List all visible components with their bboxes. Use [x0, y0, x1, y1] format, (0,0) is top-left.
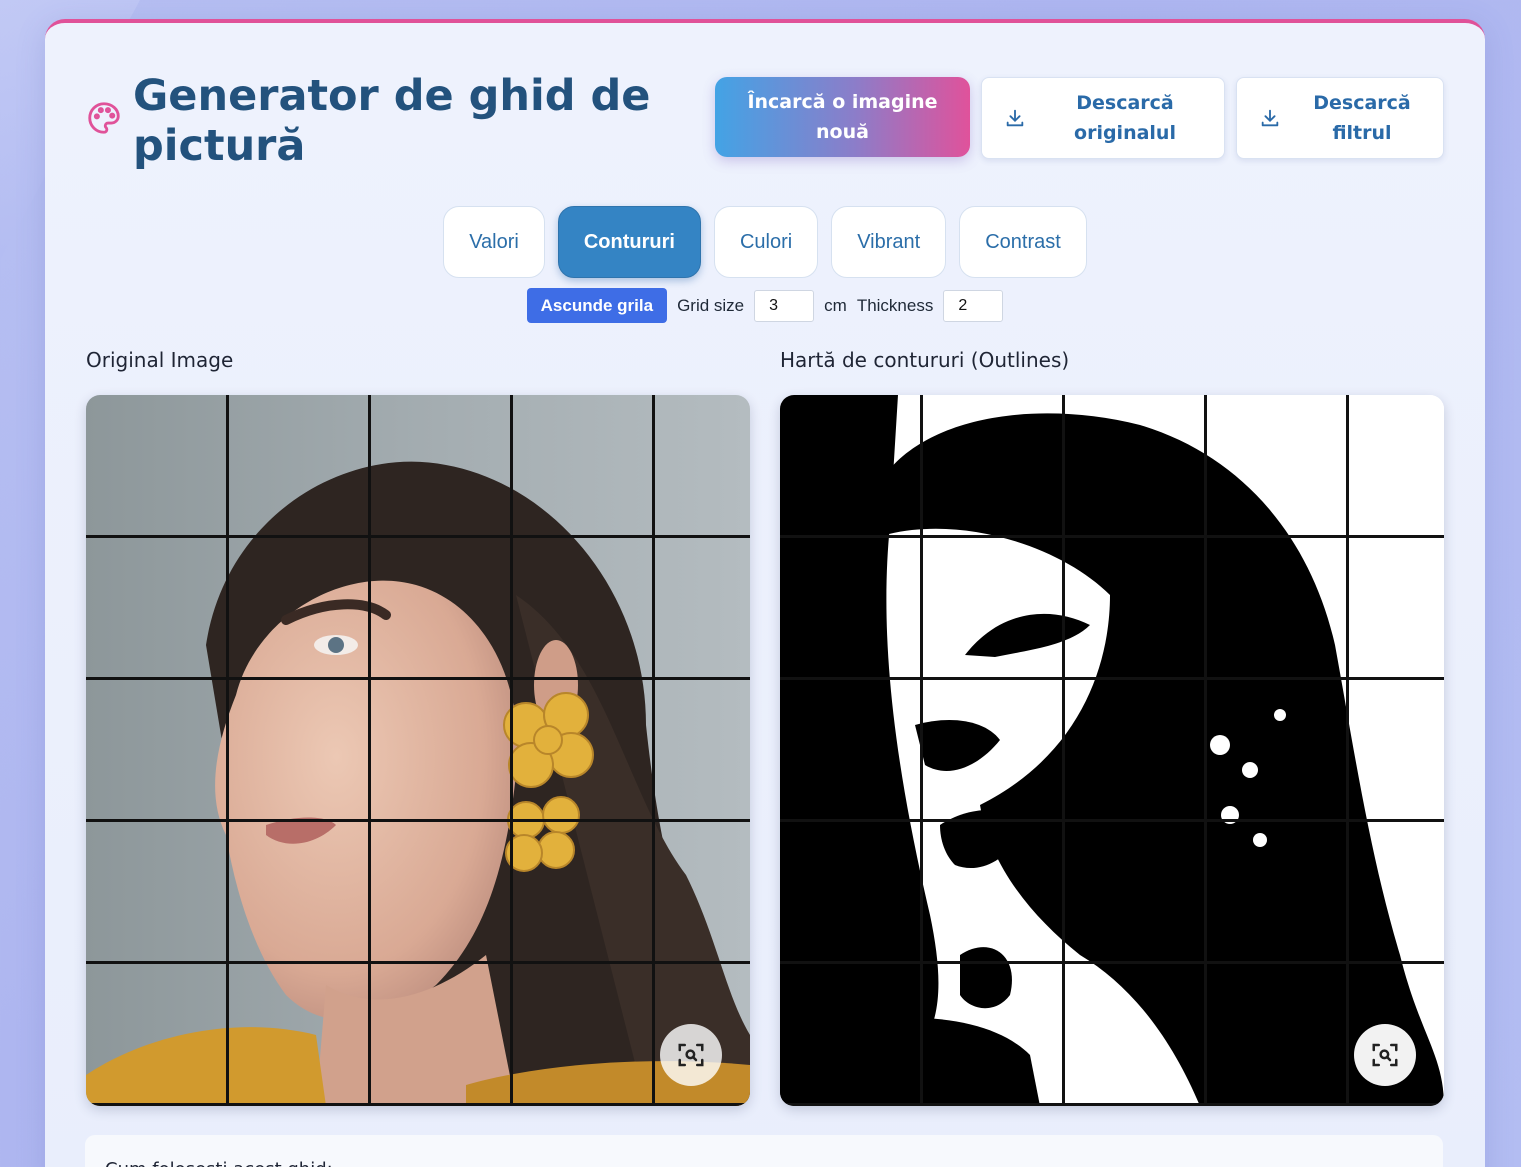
zoom-icon — [678, 1043, 704, 1067]
grid-size-label: Grid size — [677, 295, 745, 315]
header: Generator de ghid de pictură — [85, 71, 653, 171]
grid-size-unit: cm — [824, 295, 847, 315]
download-icon — [1261, 109, 1279, 127]
original-image-title: Original Image — [86, 348, 234, 372]
zoom-original-button[interactable] — [660, 1024, 722, 1086]
tab-contururi[interactable]: Contururi — [557, 206, 701, 278]
download-original-button[interactable]: Descarcă originalul — [981, 77, 1225, 159]
tab-vibrant[interactable]: Vibrant — [831, 206, 947, 278]
help-section: Cum folosești acest ghid: — [85, 1135, 1443, 1167]
tab-culori[interactable]: Culori — [713, 206, 819, 278]
hide-grid-button[interactable]: Ascunde grila — [526, 288, 668, 323]
original-image — [86, 395, 750, 1106]
grid-controls: Ascunde grila Grid size cm Thickness — [45, 288, 1485, 323]
outline-map-image — [780, 395, 1444, 1106]
outline-map-title: Hartă de contururi (Outlines) — [780, 348, 1070, 372]
thickness-input[interactable] — [943, 289, 1004, 322]
download-filter-button[interactable]: Descarcă filtrul — [1236, 77, 1444, 159]
download-icon — [1006, 109, 1024, 127]
tab-contrast[interactable]: Contrast — [959, 206, 1087, 278]
help-title: Cum folosești acest ghid: — [105, 1159, 333, 1167]
page-title: Generator de ghid de pictură — [133, 71, 651, 171]
zoom-icon — [1372, 1043, 1398, 1067]
original-image-render — [86, 395, 750, 1106]
grid-size-input[interactable] — [754, 289, 815, 322]
download-original-label: Descarcă originalul — [1074, 92, 1176, 144]
main-card: Generator de ghid de pictură Încarcă o i… — [45, 19, 1485, 1167]
filter-tabs: Valori Contururi Culori Vibrant Contrast — [45, 206, 1485, 278]
download-filter-label: Descarcă filtrul — [1313, 92, 1411, 144]
zoom-outline-button[interactable] — [1354, 1024, 1416, 1086]
tab-valori[interactable]: Valori — [443, 206, 545, 278]
action-bar: Încarcă o imagine nouă Descarcă original… — [715, 77, 1444, 159]
upload-image-button[interactable]: Încarcă o imagine nouă — [715, 77, 970, 157]
thickness-label: Thickness — [856, 295, 934, 315]
palette-icon — [88, 102, 120, 134]
upload-image-label: Încarcă o imagine nouă — [747, 91, 938, 143]
outline-map-render — [780, 395, 1444, 1106]
